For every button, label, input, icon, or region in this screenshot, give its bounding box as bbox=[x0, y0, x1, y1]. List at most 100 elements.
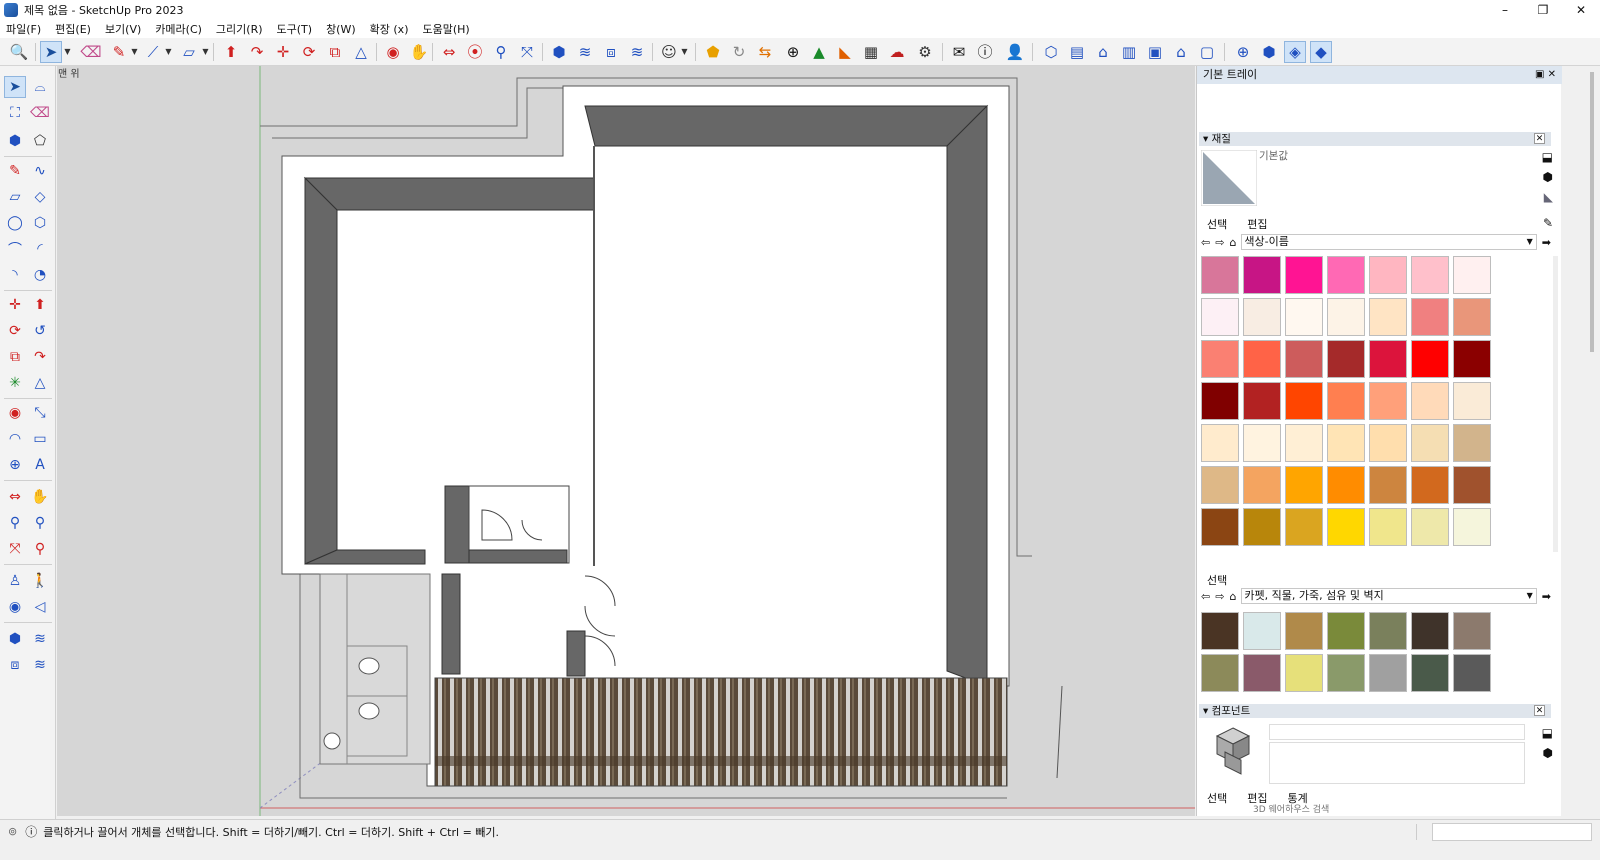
color-swatch[interactable] bbox=[1411, 256, 1449, 294]
scale-icon[interactable]: ⧉ bbox=[4, 346, 26, 368]
offset-icon[interactable]: ↷ bbox=[246, 41, 268, 63]
color-swatch[interactable] bbox=[1453, 298, 1491, 336]
mail-icon[interactable]: ✉ bbox=[948, 41, 970, 63]
front-view-icon[interactable]: ⌂ bbox=[1092, 41, 1114, 63]
texture-swatch[interactable] bbox=[1369, 612, 1407, 650]
color-swatch[interactable] bbox=[1327, 340, 1365, 378]
menu-file[interactable]: 파일(F) bbox=[6, 21, 41, 37]
components-tab-select[interactable]: 선택 bbox=[1207, 790, 1227, 806]
color-swatch[interactable] bbox=[1369, 466, 1407, 504]
color-swatch[interactable] bbox=[1243, 382, 1281, 420]
color-swatch[interactable] bbox=[1285, 256, 1323, 294]
material-name-field[interactable]: 기본값 bbox=[1259, 148, 1288, 163]
dropdown-caret-icon[interactable]: ▼ bbox=[63, 41, 72, 63]
color-swatch[interactable] bbox=[1201, 508, 1239, 546]
swatch-scrollbar[interactable] bbox=[1553, 256, 1558, 552]
color-swatch[interactable] bbox=[1285, 424, 1323, 462]
protractor-icon[interactable]: ◠ bbox=[4, 428, 26, 450]
color-swatch[interactable] bbox=[1369, 298, 1407, 336]
tag-eraser-icon[interactable]: ⬠ bbox=[29, 130, 51, 152]
home-icon[interactable]: ⌂ bbox=[1229, 590, 1236, 603]
menu-window[interactable]: 창(W) bbox=[326, 21, 356, 37]
menu-help[interactable]: 도움말(H) bbox=[423, 21, 470, 37]
color-swatch[interactable] bbox=[1285, 382, 1323, 420]
walk-icon[interactable]: 🚶 bbox=[29, 570, 51, 592]
texture-swatch[interactable] bbox=[1453, 612, 1491, 650]
minimize-button[interactable]: – bbox=[1486, 0, 1524, 20]
push-pull-icon[interactable]: ⬆ bbox=[220, 41, 242, 63]
color-swatch[interactable] bbox=[1285, 298, 1323, 336]
color-swatch[interactable] bbox=[1453, 466, 1491, 504]
orbit-icon[interactable]: ⇔ bbox=[4, 486, 26, 508]
color-swatch[interactable] bbox=[1201, 340, 1239, 378]
color-swatch[interactable] bbox=[1243, 508, 1281, 546]
dropdown-caret-icon[interactable]: ▼ bbox=[130, 41, 139, 63]
material-swatch-icon[interactable]: ◣ bbox=[1544, 190, 1553, 204]
color-swatch[interactable] bbox=[1201, 424, 1239, 462]
dropdown-caret-icon[interactable]: ▼ bbox=[164, 41, 173, 63]
materials-tab-select[interactable]: 선택 bbox=[1207, 216, 1227, 232]
components-header[interactable]: ▾ 컴포넌트 ✕ bbox=[1199, 704, 1551, 718]
info-icon[interactable]: ⓘ bbox=[25, 823, 37, 840]
dropdown-caret-icon[interactable]: ▼ bbox=[201, 41, 210, 63]
collection-select[interactable]: 색상-이름 ▼ bbox=[1241, 234, 1537, 250]
materials-header[interactable]: ▾ 재질 ✕ bbox=[1199, 132, 1551, 146]
color-swatch[interactable] bbox=[1411, 508, 1449, 546]
circle-icon[interactable]: ◯ bbox=[4, 212, 26, 234]
texture-swatch[interactable] bbox=[1327, 612, 1365, 650]
texture-swatch[interactable] bbox=[1327, 654, 1365, 692]
texture-swatch[interactable] bbox=[1453, 654, 1491, 692]
eyedropper-icon[interactable]: ✎ bbox=[1543, 216, 1553, 230]
rectangle-icon[interactable]: ▱ bbox=[4, 186, 26, 208]
refresh-icon[interactable]: ↻ bbox=[728, 41, 750, 63]
checker-icon[interactable]: ▦ bbox=[860, 41, 882, 63]
tray-scrollbar[interactable] bbox=[1563, 66, 1600, 816]
zoom-window-icon[interactable]: ⚲ bbox=[29, 512, 51, 534]
color-swatch[interactable] bbox=[1411, 424, 1449, 462]
texture-swatch[interactable] bbox=[1201, 654, 1239, 692]
texture-swatch[interactable] bbox=[1285, 654, 1323, 692]
color-swatch[interactable] bbox=[1243, 256, 1281, 294]
move-icon[interactable]: ✛ bbox=[4, 294, 26, 316]
color-swatch[interactable] bbox=[1327, 298, 1365, 336]
color-swatch[interactable] bbox=[1327, 466, 1365, 504]
iso-view-icon[interactable]: ⬡ bbox=[1040, 41, 1062, 63]
rectangle-icon[interactable]: ▱ bbox=[178, 41, 200, 63]
back-view-icon[interactable]: ▣ bbox=[1144, 41, 1166, 63]
tree-icon[interactable]: ▲ bbox=[808, 41, 830, 63]
scale-icon[interactable]: ⧉ bbox=[324, 41, 346, 63]
menu-extensions[interactable]: 확장 (x) bbox=[370, 21, 409, 37]
color-swatch[interactable] bbox=[1243, 340, 1281, 378]
texture-swatch[interactable] bbox=[1285, 612, 1323, 650]
texture-swatch[interactable] bbox=[1411, 612, 1449, 650]
dropdown-caret-icon[interactable]: ▼ bbox=[680, 41, 689, 63]
info-icon[interactable]: ⓘ bbox=[974, 41, 996, 63]
paint-bucket-icon[interactable]: ⛶ bbox=[4, 102, 26, 124]
create-component-icon[interactable]: ⬓ bbox=[1542, 726, 1553, 740]
push-pull-icon[interactable]: ⬆ bbox=[29, 294, 51, 316]
component-description-field[interactable] bbox=[1269, 742, 1525, 784]
color-swatch[interactable] bbox=[1243, 424, 1281, 462]
three-point-arc-icon[interactable]: ◝ bbox=[4, 264, 26, 286]
account-icon[interactable]: ☺ bbox=[658, 41, 680, 63]
secondary-collection-select[interactable]: 카펫, 직물, 가죽, 섬유 및 벽지 ▼ bbox=[1241, 588, 1537, 604]
make-component-icon[interactable]: ⬢ bbox=[4, 130, 26, 152]
zoom-extents-icon[interactable]: ⦿ bbox=[464, 41, 486, 63]
pan-icon[interactable]: ✋ bbox=[29, 486, 51, 508]
cloud-upload-icon[interactable]: ☁ bbox=[886, 41, 908, 63]
color-swatch[interactable] bbox=[1285, 466, 1323, 504]
styles-icon[interactable]: ⧈ bbox=[4, 654, 26, 676]
color-swatch[interactable] bbox=[1201, 382, 1239, 420]
menu-draw[interactable]: 그리기(R) bbox=[216, 21, 263, 37]
settings-icon[interactable]: ⚙ bbox=[914, 41, 936, 63]
details-arrow-icon[interactable]: ➡ bbox=[1542, 590, 1551, 603]
color-swatch[interactable] bbox=[1327, 508, 1365, 546]
position-camera-icon[interactable]: ⬢ bbox=[548, 41, 570, 63]
color-swatch[interactable] bbox=[1453, 340, 1491, 378]
orbit-icon[interactable]: ◉ bbox=[382, 41, 404, 63]
sample-paint-icon[interactable]: ⬢ bbox=[1543, 170, 1553, 184]
color-swatch[interactable] bbox=[1411, 466, 1449, 504]
shaded-icon[interactable]: ◆ bbox=[1310, 41, 1332, 63]
previous-view-icon[interactable]: ⚲ bbox=[29, 538, 51, 560]
color-swatch[interactable] bbox=[1327, 382, 1365, 420]
